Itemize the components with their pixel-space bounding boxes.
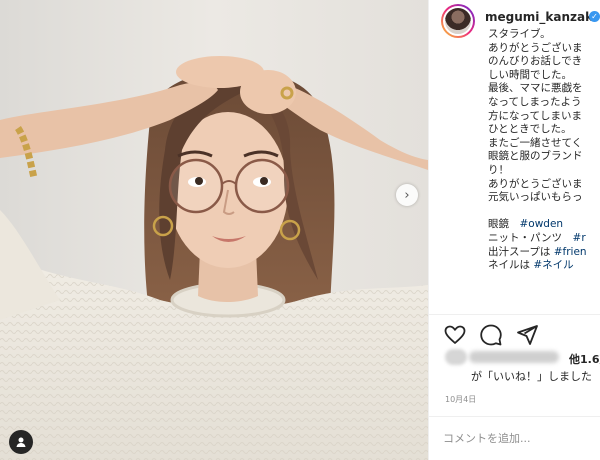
tag-prefix: 眼鏡 bbox=[488, 218, 520, 231]
caption-tag-line: ネイルは #ネイル bbox=[488, 259, 600, 273]
likes-row: 他1.6万人 bbox=[445, 348, 600, 368]
hashtag-link[interactable]: #frien bbox=[554, 246, 587, 258]
hashtag-link[interactable]: #owden bbox=[520, 218, 564, 230]
comment-bar bbox=[429, 416, 600, 460]
caption-line: ありがとうございま bbox=[488, 41, 583, 54]
post-side-panel: megumi_kanzaki ✓ スタライブ。 ありがとうございま のんびりお話… bbox=[428, 0, 600, 460]
avatar[interactable] bbox=[441, 4, 475, 38]
likes-count-link[interactable]: 他1.6万人 bbox=[569, 351, 600, 367]
caption-line: 方になってしまいま bbox=[488, 109, 582, 122]
caption-line: のんびりお話しでき bbox=[488, 55, 583, 68]
comment-input[interactable] bbox=[443, 429, 593, 447]
comment-button[interactable] bbox=[479, 323, 503, 347]
post-photo[interactable]: › bbox=[0, 0, 428, 460]
caption-line: ひとときでした。 bbox=[488, 123, 572, 136]
tag-prefix: ニット・パンツ bbox=[488, 231, 573, 244]
paper-plane-icon bbox=[517, 325, 538, 345]
user-tag-icon bbox=[16, 437, 26, 447]
comment-icon bbox=[480, 324, 502, 346]
caption-line: しい時間でした。 bbox=[488, 68, 572, 81]
caption-tag-line: 眼鏡 #owden bbox=[488, 218, 600, 232]
caption-line: り！ bbox=[488, 163, 509, 176]
hashtag-link[interactable]: #ネイル bbox=[533, 259, 573, 271]
caption-line: なってしまったよう bbox=[488, 95, 582, 108]
liker-avatar-blurred bbox=[445, 349, 467, 365]
photo-illustration bbox=[0, 0, 428, 460]
caption-line: 最後、ママに悪戯を bbox=[488, 82, 583, 95]
caption-tag-line: 出汁スープは #frien bbox=[488, 246, 600, 260]
caption-line: またご一緒させてく bbox=[488, 136, 583, 149]
avatar-image bbox=[443, 6, 473, 36]
verified-badge-icon: ✓ bbox=[589, 11, 600, 22]
username-link[interactable]: megumi_kanzaki bbox=[485, 10, 597, 24]
caption-line: スタライブ。 bbox=[488, 28, 551, 40]
share-button[interactable] bbox=[515, 323, 539, 347]
liker-name-blurred bbox=[469, 351, 559, 363]
like-button[interactable] bbox=[443, 323, 467, 347]
tag-prefix: ネイルは bbox=[488, 259, 534, 272]
post-date[interactable]: 10月4日 bbox=[445, 394, 476, 405]
tagged-users-button[interactable] bbox=[9, 430, 33, 454]
hashtag-link[interactable]: #r bbox=[573, 232, 586, 244]
caption-line: 眼鏡と服のブランド bbox=[488, 150, 583, 163]
tag-prefix: 出汁スープは bbox=[488, 245, 554, 258]
chevron-right-icon: › bbox=[404, 187, 410, 203]
caption: スタライブ。 ありがとうございま のんびりお話しでき しい時間でした。 最後、マ… bbox=[488, 28, 600, 273]
caption-line: 元気いっぱいもらっ bbox=[488, 191, 583, 204]
caption-line: ありがとうございま bbox=[488, 177, 583, 190]
next-photo-button[interactable]: › bbox=[396, 184, 418, 206]
likes-suffix: が「いいね！」しました bbox=[471, 370, 592, 383]
caption-tag-line: ニット・パンツ #r bbox=[488, 232, 600, 246]
heart-icon bbox=[444, 325, 466, 344]
